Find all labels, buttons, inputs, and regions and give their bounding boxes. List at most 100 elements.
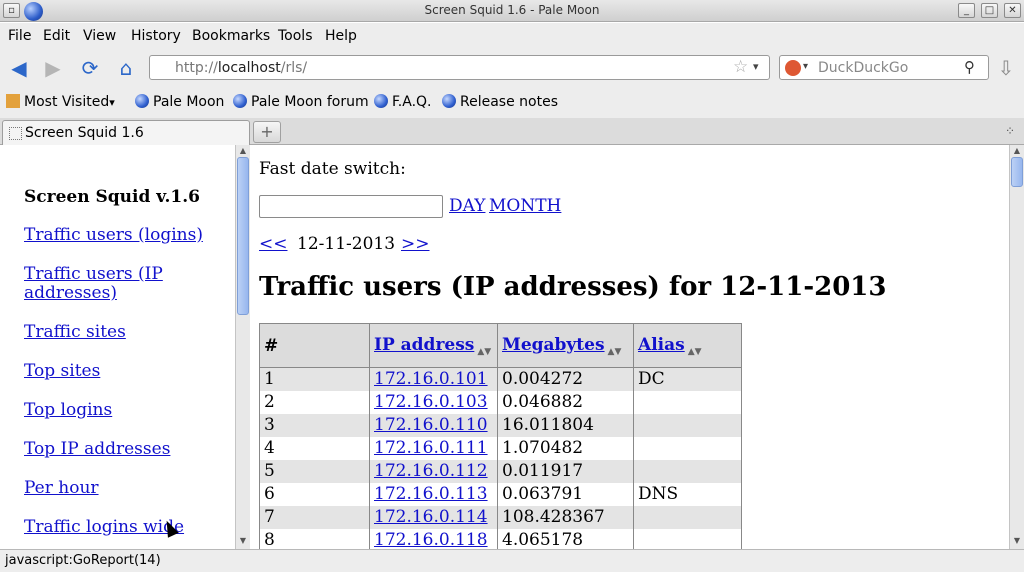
reload-icon[interactable]: ⟳ — [79, 57, 101, 79]
menu-view[interactable]: View — [83, 28, 116, 44]
table-cell: 172.16.0.112 — [369, 459, 498, 483]
duckduckgo-icon[interactable] — [785, 60, 801, 76]
row-alias — [633, 528, 742, 549]
download-icon[interactable]: ⇩ — [995, 57, 1017, 79]
row-ip-link[interactable]: 172.16.0.111 — [374, 438, 488, 458]
globe-icon — [135, 94, 149, 108]
menu-history[interactable]: History — [131, 28, 181, 44]
date-input[interactable] — [259, 195, 443, 218]
menu-bookmarks[interactable]: Bookmarks — [192, 28, 270, 44]
search-bar[interactable]: ▾ DuckDuckGo ⚲ — [779, 55, 989, 80]
most-visited-icon — [6, 94, 20, 108]
bookmark-faq[interactable]: F.A.Q. — [374, 94, 432, 110]
table-row: 2 172.16.0.103 0.046882 — [259, 390, 742, 414]
table-row: 4 172.16.0.111 1.070482 — [259, 436, 742, 460]
row-megabytes: 4.065178 — [497, 528, 634, 549]
minimize-button[interactable]: _ — [958, 3, 975, 18]
month-link[interactable]: MONTH — [489, 196, 561, 216]
left-scroll-thumb[interactable] — [237, 157, 249, 315]
link-traffic-users-ip[interactable]: Traffic users (IP addresses) — [24, 265, 224, 303]
back-icon[interactable]: ◀ — [8, 57, 30, 79]
menu-file[interactable]: File — [8, 28, 31, 44]
sort-arrows-icon[interactable]: ▲▼ — [688, 347, 702, 357]
row-megabytes: 16.011804 — [497, 413, 634, 437]
link-traffic-logins-wide[interactable]: Traffic logins wide — [24, 518, 224, 537]
main-frame-scrollbar[interactable]: ▲ ▼ — [1009, 145, 1024, 549]
link-top-logins[interactable]: Top logins — [24, 401, 224, 420]
prev-date-link[interactable]: << — [259, 234, 288, 254]
row-alias — [633, 459, 742, 483]
menu-edit[interactable]: Edit — [43, 28, 70, 44]
link-traffic-sites[interactable]: Traffic sites — [24, 323, 224, 342]
tab-screen-squid[interactable]: Screen Squid 1.6 — [2, 120, 250, 146]
row-ip-link[interactable]: 172.16.0.114 — [374, 507, 488, 527]
bookmark-pale-moon-forum[interactable]: Pale Moon forum — [233, 94, 369, 110]
url-bar[interactable]: http://localhost/rls/ ☆ ▾ — [149, 55, 770, 80]
forum-icon — [233, 94, 247, 108]
home-icon[interactable]: ⌂ — [115, 57, 137, 79]
search-engine-dropdown-icon[interactable]: ▾ — [803, 61, 808, 72]
sort-arrows-icon[interactable]: ▲▼ — [477, 347, 491, 357]
page-title: Traffic users (IP addresses) for 12-11-2… — [259, 272, 887, 302]
row-number: 3 — [259, 413, 370, 437]
table-cell: 172.16.0.111 — [369, 436, 498, 460]
row-alias — [633, 505, 742, 529]
forward-icon[interactable]: ▶ — [42, 57, 64, 79]
sort-alias-link[interactable]: Alias — [638, 335, 685, 355]
bookmark-pale-moon[interactable]: Pale Moon — [135, 94, 224, 110]
column-alias[interactable]: Alias ▲▼ — [633, 323, 742, 368]
bookmark-most-visited[interactable]: Most Visited▾ — [6, 94, 115, 110]
table-cell: 172.16.0.103 — [369, 390, 498, 414]
sort-ip-address-link[interactable]: IP address — [374, 335, 474, 355]
row-ip-link[interactable]: 172.16.0.112 — [374, 461, 488, 481]
scroll-up-icon[interactable]: ▲ — [236, 145, 250, 157]
link-traffic-users-logins[interactable]: Traffic users (logins) — [24, 226, 224, 245]
row-alias: DNS — [633, 482, 742, 506]
bookmark-release-notes[interactable]: Release notes — [442, 94, 558, 110]
row-number: 7 — [259, 505, 370, 529]
row-ip-link[interactable]: 172.16.0.118 — [374, 530, 488, 549]
left-frame-scrollbar[interactable]: ▲ ▼ — [235, 145, 250, 549]
table-cell: 172.16.0.113 — [369, 482, 498, 506]
scroll-up-icon[interactable]: ▲ — [1010, 145, 1024, 157]
scroll-down-icon[interactable]: ▼ — [236, 535, 250, 547]
row-ip-link[interactable]: 172.16.0.103 — [374, 392, 488, 412]
row-megabytes: 0.004272 — [497, 367, 634, 391]
search-input[interactable]: DuckDuckGo — [818, 60, 908, 76]
row-ip-link[interactable]: 172.16.0.101 — [374, 369, 488, 389]
table-row: 8 172.16.0.118 4.065178 — [259, 528, 742, 549]
row-ip-link[interactable]: 172.16.0.110 — [374, 415, 488, 435]
scroll-down-icon[interactable]: ▼ — [1010, 535, 1024, 547]
app-heading: Screen Squid v.1.6 — [24, 187, 200, 207]
close-button[interactable]: ✕ — [1004, 3, 1021, 18]
sort-arrows-icon[interactable]: ▲▼ — [608, 347, 622, 357]
link-per-hour[interactable]: Per hour — [24, 479, 224, 498]
status-text: javascript:GoReport(14) — [5, 553, 161, 568]
next-date-link[interactable]: >> — [401, 234, 430, 254]
row-alias — [633, 413, 742, 437]
link-top-ip-addresses[interactable]: Top IP addresses — [24, 440, 224, 459]
row-ip-link[interactable]: 172.16.0.113 — [374, 484, 488, 504]
row-alias — [633, 390, 742, 414]
table-cell: 172.16.0.118 — [369, 528, 498, 549]
row-number: 6 — [259, 482, 370, 506]
tab-list-icon[interactable]: ⁘ — [1005, 124, 1015, 138]
link-top-sites[interactable]: Top sites — [24, 362, 224, 381]
sort-megabytes-link[interactable]: Megabytes — [502, 335, 605, 355]
search-binoculars-icon[interactable]: ⚲ — [964, 58, 975, 76]
bookmarks-toolbar: Most Visited▾ Pale Moon Pale Moon forum … — [0, 88, 1024, 118]
row-number: 2 — [259, 390, 370, 414]
maximize-button[interactable]: □ — [981, 3, 998, 18]
table-cell: 172.16.0.114 — [369, 505, 498, 529]
menu-help[interactable]: Help — [325, 28, 357, 44]
main-scroll-thumb[interactable] — [1011, 157, 1023, 187]
column-ip-address[interactable]: IP address ▲▼ — [369, 323, 498, 368]
menu-tools[interactable]: Tools — [278, 28, 313, 44]
row-number: 8 — [259, 528, 370, 549]
column-megabytes[interactable]: Megabytes ▲▼ — [497, 323, 634, 368]
bookmark-star-icon[interactable]: ☆ — [733, 57, 748, 77]
new-tab-button[interactable]: + — [253, 121, 281, 143]
day-link[interactable]: DAY — [449, 196, 485, 216]
url-dropdown-icon[interactable]: ▾ — [753, 60, 759, 73]
row-number: 5 — [259, 459, 370, 483]
